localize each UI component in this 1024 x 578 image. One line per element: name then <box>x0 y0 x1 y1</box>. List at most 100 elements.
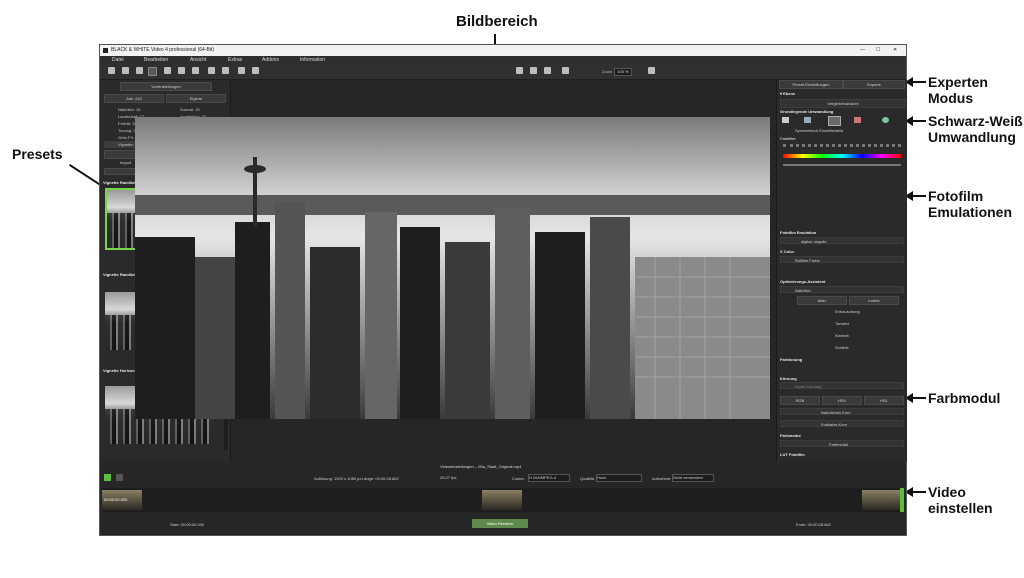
mode-hsv[interactable]: HSV <box>822 396 862 405</box>
arrow-experten <box>905 77 926 87</box>
menu-information[interactable]: Information <box>300 56 325 64</box>
image-icon[interactable] <box>136 67 143 74</box>
farbfilter-label: Farbfilter <box>780 136 796 141</box>
farbmodul-button[interactable]: Farbmodul <box>780 440 904 447</box>
zoom-value[interactable]: 100 % <box>614 68 632 76</box>
grid-icon[interactable] <box>238 67 245 74</box>
import-label[interactable]: Import <box>120 160 131 165</box>
label-farbmodul: Farbmodul <box>928 390 1001 406</box>
arrow-farbmodul <box>905 393 926 403</box>
compare-icon[interactable] <box>544 67 551 74</box>
maximize-button[interactable]: ☐ <box>876 45 880 56</box>
sw-mode-3-icon[interactable] <box>828 116 841 126</box>
arrow-fotofilm <box>905 191 926 201</box>
tab-preset-settings[interactable]: Preset-Einstellungen <box>779 80 843 89</box>
optim-select[interactable]: Natürlich <box>780 286 904 293</box>
codec-select[interactable]: H.264/MPEG-4 <box>528 474 570 482</box>
new-icon[interactable] <box>108 67 115 74</box>
title-bar: BLACK & WHITE Video 4 professional (64-B… <box>100 45 906 56</box>
farbfilter-dot-row <box>783 144 901 148</box>
optim-schaerfe[interactable]: Schärfe <box>835 345 849 350</box>
crop-icon[interactable] <box>516 67 523 74</box>
expert-panel: Preset-Einstellungen Experte ▾ Ebene Ver… <box>776 80 907 462</box>
menu-addons[interactable]: Addons <box>262 56 279 64</box>
arrow-video <box>905 487 926 497</box>
category-portraet[interactable]: Porträt: 20 <box>118 120 137 127</box>
zoom-in-icon[interactable] <box>648 67 655 74</box>
optim-klarheit[interactable]: Klarheit <box>835 333 849 338</box>
resolution-text: Auflösung: 1920 x 1080 px <box>314 476 362 481</box>
minimize-button[interactable]: — <box>860 45 865 56</box>
menu-datei[interactable]: Datei <box>112 56 124 64</box>
arrow-sw <box>905 116 926 126</box>
play-icon[interactable] <box>104 474 111 481</box>
label-bildbereich: Bildbereich <box>456 13 538 30</box>
print-icon[interactable] <box>178 67 185 74</box>
batch-icon[interactable] <box>222 67 229 74</box>
sw-modes <box>780 116 904 126</box>
sw-mode-1-icon[interactable] <box>782 117 789 123</box>
menu-ansicht[interactable]: Ansicht <box>190 56 206 64</box>
label-video: Video einstellen <box>928 484 993 516</box>
tab-eigene[interactable]: Eigene <box>166 94 226 103</box>
fraktal-korn[interactable]: Fraktales Korn <box>780 420 904 427</box>
optim-entrauschung[interactable]: Entrauschung <box>835 309 860 314</box>
sw-mode-5-icon[interactable] <box>882 117 889 123</box>
ebene-label: ▾ Ebene <box>780 91 796 96</box>
timeline-thumb-time: 00:00:00.000 <box>104 497 128 502</box>
farbfilter-dots[interactable] <box>783 144 901 149</box>
aufnahme-label: Aufnahme: <box>652 476 672 481</box>
compare-button[interactable]: Vergleichsansicht <box>780 99 906 108</box>
optim-tab-inaktiv[interactable]: Inaktiv <box>849 296 899 305</box>
menu-extras[interactable]: Extras <box>228 56 242 64</box>
sw-mode-4-icon[interactable] <box>854 117 861 123</box>
mode-rgb[interactable]: RGB <box>780 396 820 405</box>
hue-slider[interactable] <box>783 154 901 158</box>
timeline-end-marker[interactable] <box>900 488 904 512</box>
open-icon[interactable] <box>208 67 215 74</box>
menu-bar: Datei Bearbeiten Ansicht Extras Addons I… <box>100 56 906 64</box>
link-icon[interactable] <box>148 67 157 76</box>
timeline[interactable]: 00:00:00.000 <box>102 488 904 512</box>
optim-tonwert[interactable]: Tonwert <box>835 321 849 326</box>
film-select[interactable]: digital: negativ <box>780 237 904 244</box>
copy-icon[interactable] <box>122 67 129 74</box>
optim-title: Optimierungs-Assistent <box>780 279 826 284</box>
save-icon[interactable] <box>164 67 171 74</box>
preset-label-3: Vignette Horizontal <box>103 368 140 373</box>
zoom-label: Zoom <box>602 69 613 74</box>
menu-bearbeiten[interactable]: Bearbeiten <box>144 56 168 64</box>
video-title: Videoeinstellungen – 05a_Stadt_Original.… <box>440 464 522 469</box>
farbtonung-title: Farbtonung <box>780 357 803 362</box>
step-icon[interactable] <box>116 474 123 481</box>
sw-mode-2-icon[interactable] <box>804 117 811 123</box>
tab-alle[interactable]: Alle: 242 <box>104 94 164 103</box>
category-row-1: Natürlich: 15 Surreal: 15 <box>104 106 226 113</box>
farbmodul-title: Farbmodul <box>780 433 801 438</box>
koernung-select[interactable]: Keine Körnung <box>780 382 904 389</box>
histogram-icon[interactable] <box>252 67 259 74</box>
rotate-icon[interactable] <box>530 67 537 74</box>
xcolor-title: X Color <box>780 249 795 254</box>
close-button[interactable]: ✕ <box>893 45 897 56</box>
video-settings: Videoeinstellungen – 05a_Stadt_Original.… <box>100 462 906 535</box>
symmetrie-option[interactable]: Symmetrisch Einzelfarbbild <box>795 128 843 133</box>
zoom-out-icon[interactable] <box>562 67 569 74</box>
category-surreal[interactable]: Surreal: 15 <box>180 106 200 113</box>
fps-text[interactable]: 25.07 fps <box>440 475 456 480</box>
quality-label: Qualität: <box>580 476 595 481</box>
xcolor-select[interactable]: Rollfilm Farbe <box>780 256 904 263</box>
category-natuerlich[interactable]: Natürlich: 15 <box>118 106 140 113</box>
render-button[interactable]: Video Rendern <box>472 519 528 528</box>
optim-tab-aktiv[interactable]: Aktiv <box>797 296 847 305</box>
label-presets: Presets <box>12 146 63 162</box>
tab-experte[interactable]: Experte <box>843 80 905 89</box>
toolbar: Zoom 100 % <box>100 64 906 80</box>
app-icon <box>103 48 108 53</box>
export-icon[interactable] <box>192 67 199 74</box>
natural-korn[interactable]: Natürliches Korn <box>780 408 904 415</box>
intensity-slider[interactable] <box>783 164 901 166</box>
mode-hsl[interactable]: HSL <box>864 396 904 405</box>
aufnahme-select[interactable]: Nicht verwenden <box>672 474 714 482</box>
quality-select[interactable]: Hoch <box>596 474 642 482</box>
